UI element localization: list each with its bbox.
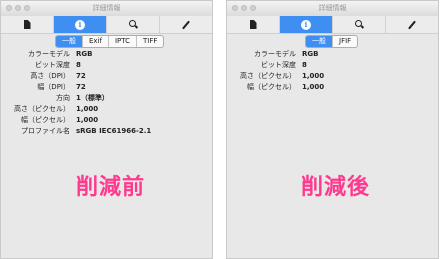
- row-value: 1,000: [76, 116, 99, 124]
- info-row: 幅（DPI） 72: [1, 82, 212, 93]
- caption-before: 削減前: [76, 175, 146, 200]
- info-row: 高さ（ピクセル） 1,000: [1, 104, 212, 115]
- info-row: カラーモデル RGB: [227, 49, 438, 60]
- row-label: 高さ（DPI）: [30, 72, 70, 80]
- tab-general[interactable]: 一般: [56, 36, 83, 47]
- tool-file-info[interactable]: [1, 16, 54, 33]
- document-icon: [249, 20, 257, 29]
- tool-details[interactable]: i: [54, 16, 107, 33]
- row-value: 1,000: [302, 83, 325, 91]
- row-label: 幅（DPI）: [37, 83, 70, 91]
- info-icon: i: [75, 19, 85, 30]
- close-button[interactable]: [6, 5, 12, 11]
- tool-annotate[interactable]: [386, 16, 438, 33]
- info-row: 高さ（DPI） 72: [1, 71, 212, 82]
- tool-search[interactable]: [333, 16, 386, 33]
- row-label: 方向: [56, 94, 70, 102]
- info-row: カラーモデル RGB: [1, 49, 212, 60]
- tab-exif[interactable]: Exif: [83, 36, 109, 47]
- close-button[interactable]: [232, 5, 238, 11]
- info-row: ビット深度 8: [227, 60, 438, 71]
- document-icon: [23, 20, 31, 29]
- info-tabs: 一般 Exif IPTC TIFF: [55, 35, 165, 48]
- row-label: 幅（ピクセル）: [21, 116, 70, 124]
- tab-tiff[interactable]: TIFF: [137, 36, 163, 47]
- pencil-icon: [182, 20, 190, 29]
- tool-file-info[interactable]: [227, 16, 280, 33]
- row-label: カラーモデル: [28, 50, 70, 58]
- row-label: カラーモデル: [254, 50, 296, 58]
- row-label: プロファイル名: [21, 127, 70, 135]
- minimize-button[interactable]: [15, 5, 21, 11]
- info-tabs: 一般 JFIF: [305, 35, 359, 48]
- row-value: 72: [76, 72, 86, 80]
- window-title: 詳細情報: [318, 4, 347, 12]
- row-value: 72: [76, 83, 86, 91]
- row-value: RGB: [302, 50, 319, 58]
- row-label: 高さ（ピクセル）: [14, 105, 70, 113]
- info-table: カラーモデル RGB ビット深度 8 高さ（ピクセル） 1,000 幅（ピクセル） 1,…: [227, 49, 438, 93]
- info-row: 幅（ピクセル） 1,000: [1, 115, 212, 126]
- zoom-button[interactable]: [250, 5, 256, 11]
- info-table: カラーモデル RGB ビット深度 8 高さ（DPI） 72 幅（DPI） 72 方向 1（…: [1, 49, 212, 137]
- inspector-toolbar: i: [1, 16, 212, 34]
- row-label: 幅（ピクセル）: [247, 83, 296, 91]
- window-title: 詳細情報: [92, 4, 121, 12]
- info-row: プロファイル名 sRGB IEC61966-2.1: [1, 126, 212, 137]
- row-value: 1,000: [76, 105, 99, 113]
- title-bar: 詳細情報: [227, 1, 438, 17]
- tool-annotate[interactable]: [160, 16, 212, 33]
- info-row: 高さ（ピクセル） 1,000: [227, 71, 438, 82]
- inspector-window-after: 詳細情報 i 一般 JFIF カラーモデル RGB ビット深度 8 高さ（ピクセル）…: [226, 0, 439, 259]
- minimize-button[interactable]: [241, 5, 247, 11]
- tab-jfif[interactable]: JFIF: [333, 36, 357, 47]
- row-value: sRGB IEC61966-2.1: [76, 127, 152, 135]
- info-icon: i: [301, 19, 311, 30]
- row-value: RGB: [76, 50, 93, 58]
- tab-general[interactable]: 一般: [306, 36, 333, 47]
- search-icon: [128, 20, 138, 29]
- caption-after: 削減後: [301, 175, 371, 200]
- tool-details[interactable]: i: [280, 16, 333, 33]
- row-label: ビット深度: [261, 61, 296, 69]
- inspector-window-before: 詳細情報 i 一般 Exif IPTC TIFF カラーモデル RGB ビット深度…: [0, 0, 213, 259]
- row-label: 高さ（ピクセル）: [240, 72, 296, 80]
- row-label: ビット深度: [35, 61, 70, 69]
- tool-search[interactable]: [107, 16, 160, 33]
- search-icon: [354, 20, 364, 29]
- info-row: 幅（ピクセル） 1,000: [227, 82, 438, 93]
- row-value: 8: [302, 61, 307, 69]
- zoom-button[interactable]: [24, 5, 30, 11]
- inspector-toolbar: i: [227, 16, 438, 34]
- window-controls[interactable]: [6, 5, 30, 11]
- tab-iptc[interactable]: IPTC: [109, 36, 138, 47]
- row-value: 1（標準）: [76, 94, 109, 102]
- row-value: 1,000: [302, 72, 325, 80]
- row-value: 8: [76, 61, 81, 69]
- info-row: 方向 1（標準）: [1, 93, 212, 104]
- info-row: ビット深度 8: [1, 60, 212, 71]
- pencil-icon: [408, 20, 416, 29]
- window-controls[interactable]: [232, 5, 256, 11]
- title-bar: 詳細情報: [1, 1, 212, 17]
